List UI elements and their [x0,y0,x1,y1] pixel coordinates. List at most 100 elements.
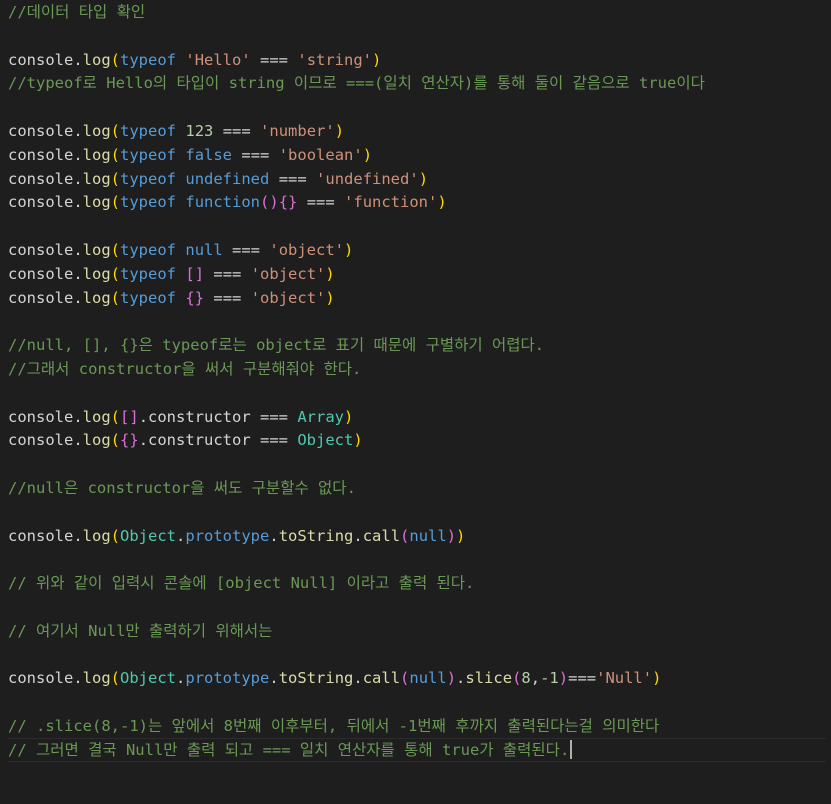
code-token-number: 8 [521,669,531,688]
code-token-comment: // 위와 같이 입력시 콘솔에 [object Null] 이라고 출력 된다… [8,574,475,593]
code-token-func: log [82,669,111,688]
code-line[interactable]: //null은 constructor을 써도 구분할수 없다. [8,476,356,500]
code-token-brace2: {} [120,431,139,450]
code-line[interactable]: console.log({}.constructor === Object) [8,428,363,452]
code-line[interactable]: // 위와 같이 입력시 콘솔에 [object Null] 이라고 출력 된다… [8,571,474,595]
code-token-default [176,265,185,283]
code-token-default: === [250,431,298,450]
code-line[interactable]: console.log(typeof function(){} === 'fun… [8,190,447,214]
code-token-string: 'object' [250,264,326,283]
code-line[interactable]: console.log(typeof null === 'object') [8,238,353,262]
code-token-keyword: false [185,145,233,164]
code-token-default: === [204,264,251,283]
code-token-default [176,289,185,307]
code-token-keyword: typeof [120,241,177,259]
code-token-string: 'Hello' [185,50,251,69]
code-token-func: log [82,288,111,307]
code-token-default: console [8,50,74,69]
code-token-default: === [222,241,270,259]
code-token-keyword: typeof [120,122,177,140]
code-token-default: . [73,193,83,212]
code-token-default [176,193,185,211]
code-token-brace2: ( [400,669,410,688]
code-token-default: console [8,526,74,545]
code-token-func: log [82,169,111,188]
code-line[interactable]: // 여기서 Null만 출력하기 위해서는 [8,619,272,643]
code-token-brace1: ( [110,241,121,259]
code-token-default [176,122,185,140]
code-token-brace1: ( [110,169,121,188]
code-token-comment: //null, [], {}은 typeof로는 object로 표기 때문에 … [8,336,545,355]
code-token-comment: //그래서 constructor을 써서 구분해줘야 한다. [8,360,362,378]
code-token-default: . [176,526,186,545]
code-token-class: Array [297,407,345,426]
code-token-default: console [8,169,74,188]
code-line[interactable]: console.log(typeof false === 'boolean') [8,143,372,167]
code-token-brace1: ) [362,145,373,164]
code-token-brace1: ( [110,122,121,140]
code-token-default: . [456,669,466,688]
code-token-brace1: ( [110,526,121,545]
code-token-func: log [82,526,111,545]
code-token-string: 'Null' [596,669,653,688]
code-token-default: console [8,193,74,212]
code-token-default: . [73,669,83,688]
code-token-default: console [8,122,74,140]
code-token-brace2: ) [446,526,457,545]
code-token-default: . [353,669,363,688]
code-token-default: .constructor [138,431,251,450]
code-token-func: call [362,669,401,688]
code-token-default [176,51,185,69]
code-line[interactable]: console.log(typeof 'Hello' === 'string') [8,48,381,72]
code-token-default: .constructor [138,407,251,426]
code-line[interactable]: console.log(typeof 123 === 'number') [8,119,344,143]
code-line[interactable]: console.log(typeof undefined === 'undefi… [8,167,428,191]
code-token-default: . [73,122,83,140]
code-token-default: . [73,526,83,545]
code-token-default: === [232,145,279,164]
code-line[interactable]: //데이터 타입 확인 [8,0,145,24]
code-token-brace1: ( [110,407,121,426]
code-token-keyword: null [185,241,223,259]
code-token-keyword: null [409,669,447,688]
code-token-default: . [73,288,83,307]
code-line[interactable]: console.log(typeof [] === 'object') [8,262,335,286]
code-line[interactable]: console.log(typeof {} === 'object') [8,286,335,310]
code-line[interactable]: //typeof로 Hello의 타입이 string 이므로 ===(일치 연… [8,71,705,95]
code-token-string: 'number' [260,122,335,140]
code-token-func: log [82,193,111,212]
code-line[interactable]: // 그러면 결국 Null만 출력 되고 === 일치 연산자를 통해 tru… [8,737,826,762]
code-token-comment: // 그러면 결국 Null만 출력 되고 === 일치 연산자를 통해 tru… [8,740,570,759]
code-token-brace1: ( [110,264,121,283]
code-editor[interactable]: //데이터 타입 확인 console.log(typeof 'Hello' ==… [0,0,831,804]
code-token-brace1: ) [344,407,354,426]
code-token-func: log [82,264,111,283]
code-token-brace1: ) [652,669,662,688]
code-line[interactable]: //그래서 constructor을 써서 구분해줘야 한다. [8,357,361,381]
code-line[interactable]: //null, [], {}은 typeof로는 object로 표기 때문에 … [8,333,544,357]
code-token-func: slice [465,669,513,688]
code-token-default: console [8,241,74,259]
code-token-default: console [8,145,74,164]
code-token-default: console [8,288,74,307]
code-line[interactable]: console.log(Object.prototype.toString.ca… [8,666,661,690]
code-token-default [176,241,185,259]
code-token-func: log [82,122,111,140]
code-line[interactable]: console.log(Object.prototype.toString.ca… [8,524,465,548]
code-token-default: === [204,288,251,307]
code-token-func: log [82,241,111,259]
code-token-default: console [8,669,74,688]
code-line[interactable]: console.log([].constructor === Array) [8,405,353,429]
code-token-default: === [568,669,597,688]
code-token-number: 123 [185,122,214,140]
code-token-keyword: function [185,193,261,212]
code-token-brace1: ) [344,241,354,259]
code-token-brace1: ) [456,526,466,545]
code-token-func: toString [278,526,354,545]
code-token-string: 'object' [250,288,326,307]
code-token-brace2: {} [278,193,298,212]
code-line[interactable]: // .slice(8,-1)는 앞에서 8번째 이후부터, 뒤에서 -1번째 … [8,714,659,738]
code-token-keyword: prototype [185,526,270,545]
code-token-keyword: typeof [120,50,177,69]
code-token-brace1: ) [334,122,345,140]
